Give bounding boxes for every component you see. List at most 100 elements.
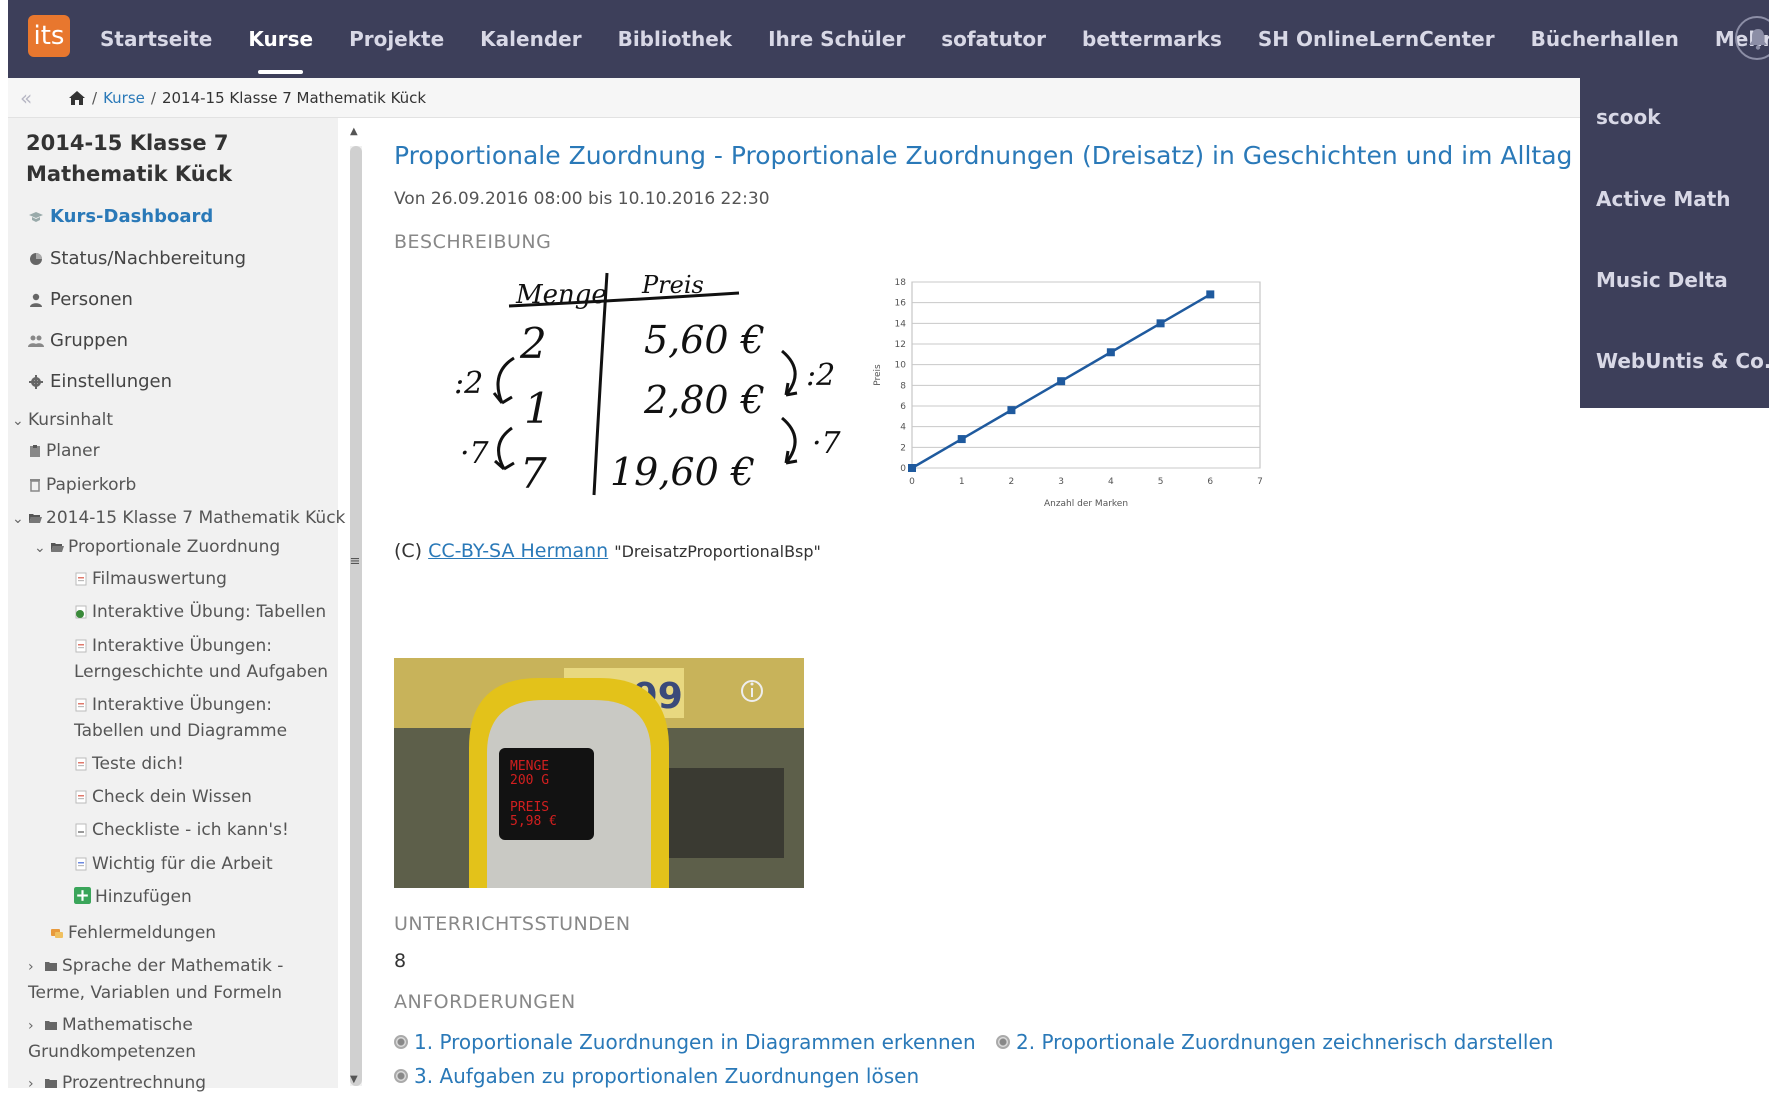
nav-ihre-schueler[interactable]: Ihre Schüler	[750, 0, 923, 78]
tree-item-hinzufuegen[interactable]: Hinzufügen	[74, 884, 192, 910]
breadcrumb-courses-link[interactable]: Kurse	[103, 89, 145, 107]
y-tick-label: 0	[900, 464, 906, 474]
tree-item-wichtig-arbeit[interactable]: Wichtig für die Arbeit	[74, 851, 273, 877]
video-player[interactable]: 2,99 MENGE 200 G PREIS 5,98 €	[394, 658, 804, 888]
tree-item-label: Filmauswertung	[92, 569, 227, 589]
user-icon	[30, 293, 42, 307]
sketch-price-2: 2,80 €	[643, 378, 765, 422]
sketch-op-right-2: ·7	[812, 426, 842, 461]
sidebar-item-gruppen[interactable]: Gruppen	[28, 330, 128, 351]
sidebar-item-kurs-dashboard[interactable]: Kurs-Dashboard	[28, 206, 213, 227]
lessons-count: 8	[394, 950, 407, 972]
document-icon	[75, 572, 87, 586]
tree-item-check-dein-wissen[interactable]: Check dein Wissen	[74, 784, 252, 810]
tree-item-teste-dich[interactable]: Teste dich!	[74, 751, 184, 777]
bell-icon	[1749, 29, 1767, 50]
more-menu-webuntis[interactable]: WebUntis & Co.	[1596, 349, 1769, 373]
sidebar-item-personen[interactable]: Personen	[28, 289, 133, 310]
tree-item-label: Interaktive Übung: Tabellen	[92, 602, 327, 622]
tree-item-prozentrechnung[interactable]: › Prozentrechnung	[28, 1070, 206, 1097]
tree-item-planer[interactable]: Planer	[28, 438, 100, 464]
nav-bettermarks[interactable]: bettermarks	[1064, 0, 1240, 78]
description-heading: BESCHREIBUNG	[394, 231, 552, 253]
tree-item-tabellen-diagramme[interactable]: Interaktive Übungen: Tabellen und Diagra…	[74, 692, 334, 744]
tree-item-label: Fehlermeldungen	[68, 923, 217, 943]
x-tick-label: 6	[1207, 477, 1213, 487]
requirement-label: 1. Proportionale Zuordnungen in Diagramm…	[414, 1030, 976, 1054]
data-point	[1206, 290, 1215, 299]
tree-item-label: Checkliste - ich kann's!	[92, 820, 289, 840]
folder-open-icon	[51, 543, 64, 552]
tree-item-checkliste[interactable]: Checkliste - ich kann's!	[74, 817, 289, 843]
chevron-down-icon: ⌄	[12, 413, 24, 429]
requirement-item[interactable]: 3. Aufgaben zu proportionalen Zuordnunge…	[394, 1064, 919, 1088]
sketch-price-3: 19,60 €	[610, 450, 755, 494]
requirement-label: 2. Proportionale Zuordnungen zeichnerisc…	[1016, 1030, 1554, 1054]
main-nav: Startseite Kurse Projekte Kalender Bibli…	[82, 0, 1769, 78]
sidebar-item-label: Status/Nachbereitung	[50, 248, 247, 269]
sidebar-item-status[interactable]: Status/Nachbereitung	[28, 248, 246, 269]
y-tick-label: 2	[900, 443, 906, 453]
video-thumbnail: 2,99 MENGE 200 G PREIS 5,98 €	[394, 658, 804, 888]
nav-sofatutor[interactable]: sofatutor	[923, 0, 1064, 78]
sketch-op-left-2: ·7	[460, 436, 490, 471]
x-axis-label: Anzahl der Marken	[1044, 499, 1128, 509]
display-preis-label: PREIS	[510, 800, 549, 815]
tree-item-papierkorb[interactable]: Papierkorb	[28, 472, 136, 498]
requirements-heading: ANFORDERUNGEN	[394, 991, 576, 1013]
target-icon	[394, 1035, 408, 1049]
more-menu-music-delta[interactable]: Music Delta	[1596, 268, 1728, 292]
top-navbar: its Startseite Kurse Projekte Kalender B…	[8, 0, 1769, 78]
sidebar-kursinhalt-label: Kursinhalt	[28, 410, 113, 430]
app-logo[interactable]: its	[28, 15, 70, 57]
sketch-qty-2: 1	[524, 384, 551, 433]
pie-chart-icon	[30, 252, 42, 265]
sidebar-item-label: Einstellungen	[50, 371, 173, 392]
more-menu-active-math[interactable]: Active Math	[1596, 187, 1731, 211]
scroll-down-icon[interactable]: ▼	[350, 1074, 358, 1085]
credit-license-link[interactable]: CC-BY-SA Hermann	[428, 540, 608, 562]
tree-item-sprache-mathematik[interactable]: › Sprache der Mathematik - Terme, Variabl…	[28, 953, 338, 1006]
scrollbar-thumb[interactable]	[350, 146, 362, 1086]
nav-buecherhallen[interactable]: Bücherhallen	[1513, 0, 1697, 78]
tree-item-filmauswertung[interactable]: Filmauswertung	[74, 566, 227, 592]
nav-bibliothek[interactable]: Bibliothek	[600, 0, 751, 78]
requirement-item[interactable]: 1. Proportionale Zuordnungen in Diagramm…	[394, 1030, 976, 1054]
display-menge-label: MENGE	[510, 759, 549, 774]
sidebar-kursinhalt[interactable]: ⌄ Kursinhalt	[12, 407, 113, 434]
folder-open-icon	[29, 514, 42, 523]
tree-item-interaktive-uebung-tabellen[interactable]: Interaktive Übung: Tabellen	[74, 599, 326, 625]
nav-projekte[interactable]: Projekte	[331, 0, 462, 78]
tree-item-lerngeschichte[interactable]: Interaktive Übungen: Lerngeschichte und …	[74, 633, 334, 685]
folder-icon	[45, 962, 57, 971]
tree-item-grundkompetenzen[interactable]: › Mathematische Grundkompetenzen	[28, 1012, 338, 1065]
tree-item-label: Planer	[46, 441, 100, 461]
data-point	[957, 435, 966, 444]
tree-item-fehlermeldungen[interactable]: Fehlermeldungen	[50, 920, 216, 946]
more-dropdown-menu: scook Active Math Music Delta WebUntis &…	[1580, 78, 1769, 408]
nav-sh-onlinelerncenter[interactable]: SH OnlineLernCenter	[1240, 0, 1513, 78]
y-tick-label: 8	[900, 381, 906, 391]
sidebar-scrollbar[interactable]: ▲ ▼ ≡	[346, 124, 364, 1088]
collapse-sidebar-icon[interactable]: «	[20, 86, 48, 110]
tree-item-topic[interactable]: ⌄ Proportionale Zuordnung	[34, 534, 280, 561]
scroll-up-icon[interactable]: ▲	[350, 126, 358, 137]
gear-icon	[29, 374, 43, 389]
sidebar-item-einstellungen[interactable]: Einstellungen	[28, 371, 172, 392]
nav-startseite[interactable]: Startseite	[82, 0, 230, 78]
home-icon[interactable]	[68, 90, 86, 106]
drag-handle-icon[interactable]: ≡	[346, 554, 364, 572]
tree-item-label: Sprache der Mathematik - Terme, Variable…	[28, 956, 284, 1003]
x-tick-label: 1	[959, 477, 965, 487]
nav-kurse[interactable]: Kurse	[230, 0, 331, 78]
nav-kalender[interactable]: Kalender	[462, 0, 599, 78]
tree-item-course-folder[interactable]: ⌄ 2014-15 Klasse 7 Mathematik Kück	[12, 505, 345, 532]
more-menu-scook[interactable]: scook	[1596, 105, 1661, 129]
y-tick-label: 4	[900, 423, 906, 433]
x-tick-label: 3	[1058, 477, 1064, 487]
tree-item-label: 2014-15 Klasse 7 Mathematik Kück	[46, 508, 346, 528]
requirements-list: 1. Proportionale Zuordnungen in Diagramm…	[394, 1025, 1594, 1093]
requirement-item[interactable]: 2. Proportionale Zuordnungen zeichnerisc…	[996, 1030, 1553, 1054]
breadcrumb-separator: /	[92, 88, 98, 107]
date-range: Von 26.09.2016 08:00 bis 10.10.2016 22:3…	[394, 189, 770, 209]
